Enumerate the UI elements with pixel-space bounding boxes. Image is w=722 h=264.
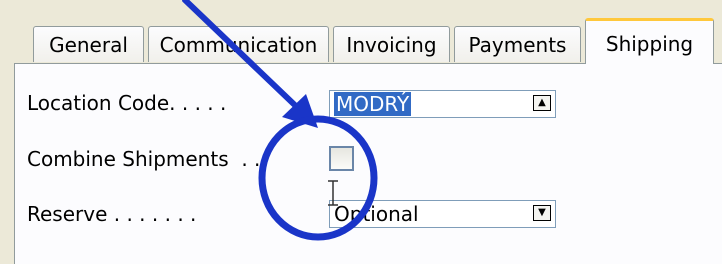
location-code-value: MODRÝ — [334, 92, 412, 116]
reserve-value: Optional — [334, 202, 419, 226]
tab-shipping[interactable]: Shipping — [585, 18, 714, 64]
combine-shipments-label: Combine Shipments . . — [27, 147, 261, 171]
tab-invoicing[interactable]: Invoicing — [333, 26, 450, 62]
tab-strip: General Communication Invoicing Payments… — [0, 0, 722, 64]
tab-communication[interactable]: Communication — [148, 26, 329, 62]
reserve-label: Reserve . . . . . . . — [27, 202, 197, 226]
location-code-field[interactable]: MODRÝ ▲ — [329, 90, 556, 118]
lookup-arrow-up-icon[interactable]: ▲ — [533, 95, 551, 111]
tab-payments[interactable]: Payments — [454, 26, 581, 62]
combine-shipments-checkbox[interactable] — [329, 146, 354, 171]
location-code-label: Location Code. . . . . — [27, 91, 227, 115]
tab-general[interactable]: General — [33, 26, 144, 62]
dropdown-arrow-icon[interactable]: ▼ — [533, 205, 551, 221]
reserve-field[interactable]: Optional ▼ — [329, 200, 556, 228]
